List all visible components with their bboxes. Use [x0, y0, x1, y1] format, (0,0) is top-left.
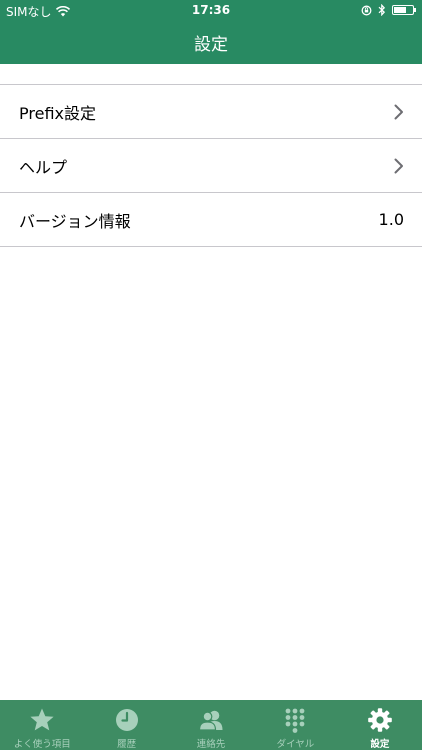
tab-dial[interactable]: ダイヤル [253, 700, 337, 750]
tab-label: 連絡先 [196, 739, 226, 750]
contacts-icon [198, 710, 223, 731]
tab-label: よく使う項目 [13, 739, 71, 750]
battery-icon [392, 5, 416, 15]
tab-label: 履歴 [117, 739, 137, 750]
header: SIMなし 17:36 設定 [0, 0, 422, 64]
settings-row-prefix[interactable]: Prefix設定 [0, 85, 422, 139]
tab-label: 設定 [370, 739, 390, 750]
chevron-right-icon [394, 158, 403, 173]
tab-history[interactable]: 履歴 [84, 700, 168, 750]
keypad-icon [286, 708, 305, 733]
settings-row-version: バージョン情報 1.0 [0, 193, 422, 247]
bluetooth-icon [378, 4, 386, 16]
settings-row-help[interactable]: ヘルプ [0, 139, 422, 193]
gear-icon [368, 708, 392, 732]
tab-contacts[interactable]: 連絡先 [169, 700, 253, 750]
star-icon [30, 708, 54, 731]
settings-list: Prefix設定 ヘルプ バージョン情報 1.0 [0, 84, 422, 247]
page-title: 設定 [194, 35, 228, 55]
tab-favorites[interactable]: よく使う項目 [0, 700, 84, 750]
version-value: 1.0 [378, 210, 404, 229]
status-time: 17:36 [191, 3, 231, 17]
settings-row-label: Prefix設定 [19, 103, 96, 123]
status-indicators [361, 4, 416, 16]
status-bar: SIMなし 17:36 [0, 0, 422, 22]
orientation-lock-icon [361, 5, 372, 15]
tab-bar: よく使う項目 履歴 連絡先 ダイヤル 設定 [0, 700, 422, 750]
settings-row-label: ヘルプ [19, 157, 68, 177]
clock-icon [115, 709, 138, 731]
tab-settings[interactable]: 設定 [338, 700, 422, 750]
chevron-right-icon [394, 104, 403, 119]
tab-label: ダイヤル [276, 739, 315, 750]
settings-row-label: バージョン情報 [19, 211, 131, 231]
